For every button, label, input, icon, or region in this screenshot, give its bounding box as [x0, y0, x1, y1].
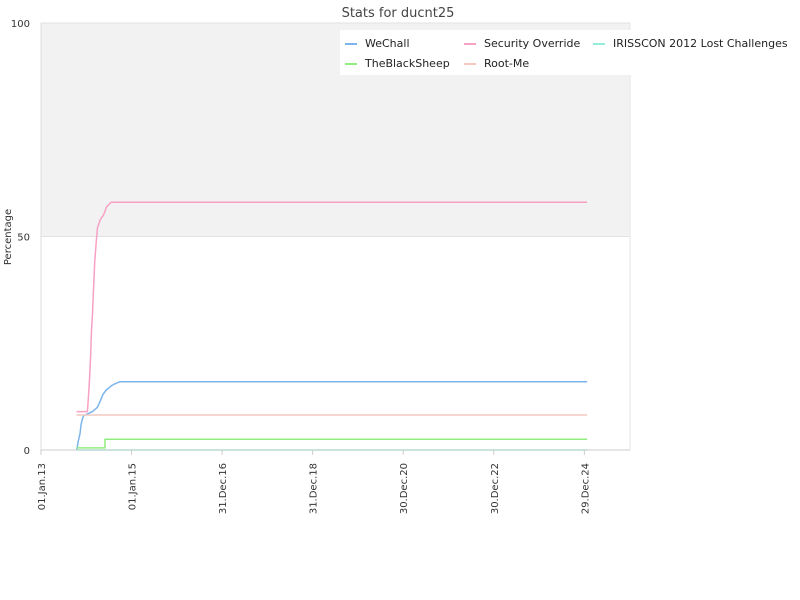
x-tick-label: 30.Dec.22 — [490, 463, 501, 514]
legend-label: Root-Me — [484, 57, 530, 70]
legend-swatch — [593, 43, 605, 45]
legend-label: WeChall — [365, 37, 410, 50]
y-axis-label: Percentage — [3, 209, 14, 265]
series-line — [76, 438, 588, 449]
series-lines — [75, 201, 588, 451]
legend-item[interactable]: Root-Me — [464, 57, 530, 70]
legend-swatch — [464, 63, 476, 65]
legend-item[interactable]: TheBlackSheep — [345, 57, 450, 70]
x-tick-label: 29.Dec.24 — [580, 463, 591, 514]
x-tick-label: 31.Dec.18 — [309, 463, 320, 514]
legend-item[interactable]: Security Override — [464, 37, 581, 50]
line-chart: 0 50 100 01.Jan.13 01.Jan.15 31.Dec.16 31.Dec.… — [3, 6, 631, 514]
x-tick-label: 01.Jan.15 — [128, 463, 139, 510]
legend-item[interactable]: IRISSCON 2012 Lost Challenges — [593, 37, 788, 50]
legend-label: TheBlackSheep — [365, 57, 450, 70]
legend-label: Security Override — [484, 37, 581, 50]
chart-container: 0 50 100 01.Jan.13 01.Jan.15 31.Dec.16 31.Dec.… — [0, 0, 800, 600]
legend-label: IRISSCON 2012 Lost Challenges — [613, 37, 788, 50]
y-tick-label: 100 — [11, 19, 30, 30]
x-tick-label: 30.Dec.20 — [399, 463, 410, 514]
legend-swatch — [345, 43, 357, 45]
y-tick-label: 0 — [24, 446, 30, 457]
x-tick-label: 31.Dec.16 — [218, 463, 229, 514]
y-tick-label: 50 — [17, 233, 30, 244]
legend: WeChall Security Override IRISSCON 2012 Lo… — [340, 30, 800, 75]
legend-swatch — [345, 63, 357, 65]
legend-item[interactable]: WeChall — [345, 37, 410, 50]
chart-title: Stats for ducnt25 — [342, 6, 455, 21]
legend-swatch — [464, 43, 476, 45]
x-tick-label: 01.Jan.13 — [37, 463, 48, 510]
